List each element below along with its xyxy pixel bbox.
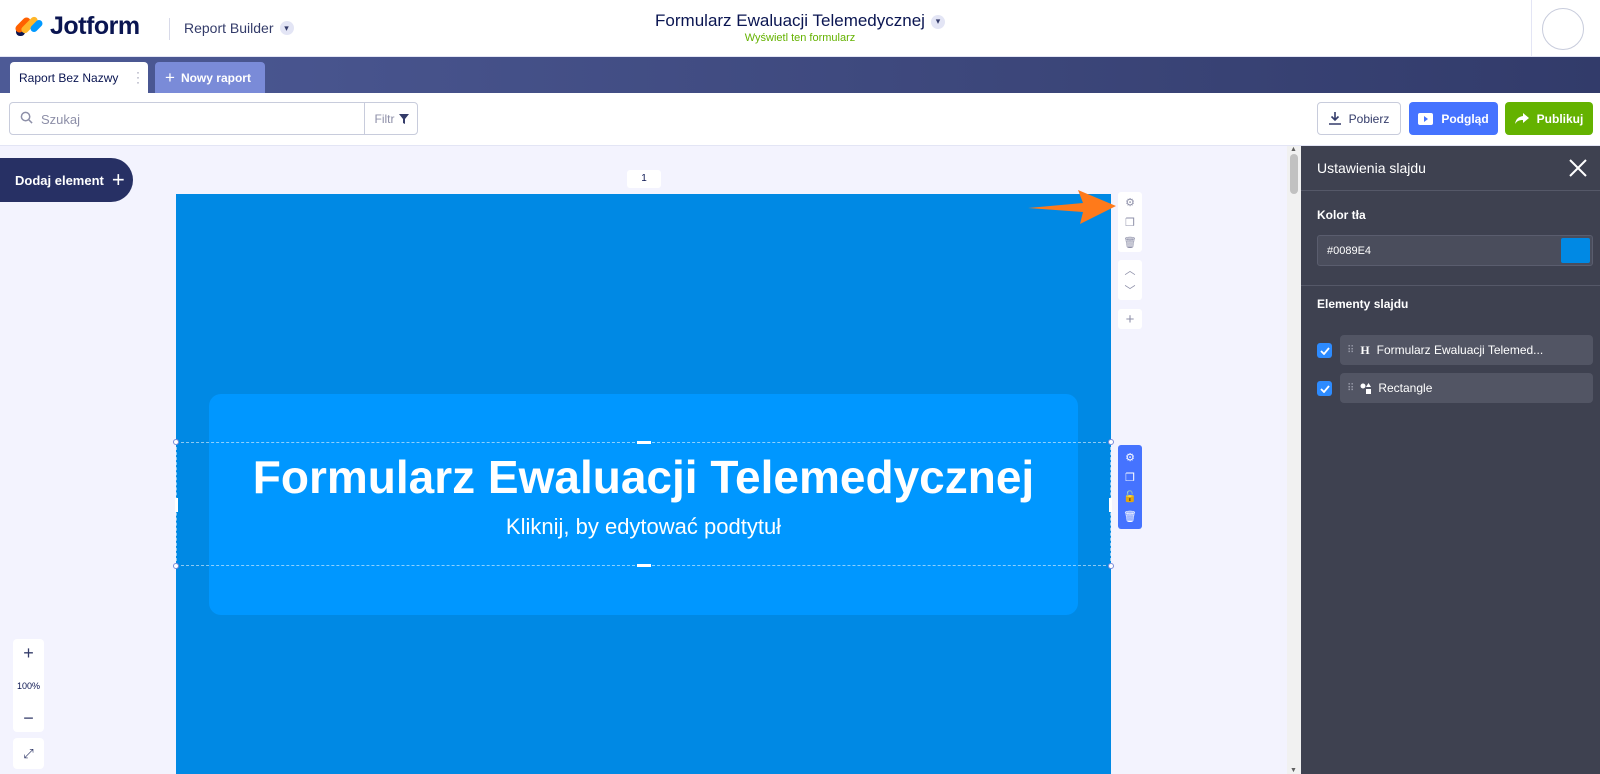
zoom-controls: + 100% −	[13, 639, 44, 732]
slide-subtitle[interactable]: Kliknij, by edytować podtytuł	[176, 514, 1111, 540]
bg-color-label: Kolor tła	[1317, 208, 1366, 222]
resize-handle[interactable]	[637, 441, 651, 444]
preview-label: Podgląd	[1441, 111, 1489, 126]
download-button[interactable]: Pobierz	[1317, 102, 1401, 135]
download-icon	[1328, 112, 1341, 125]
add-element-button[interactable]: Dodaj element +	[0, 158, 133, 202]
more-options-icon[interactable]: · · ·	[136, 66, 140, 88]
scrollbar-thumb[interactable]	[1290, 154, 1298, 194]
filter-button[interactable]: Filtr	[364, 103, 418, 134]
zoom-in-button[interactable]: +	[23, 644, 34, 662]
add-element-label: Dodaj element	[15, 172, 104, 188]
resize-handle[interactable]	[1108, 563, 1114, 569]
slide-move-tools: ︿ ﹀	[1118, 260, 1142, 300]
color-swatch[interactable]	[1561, 238, 1590, 263]
slide-title[interactable]: Formularz Ewaluacji Telemedycznej	[176, 450, 1111, 504]
download-label: Pobierz	[1348, 111, 1390, 126]
scroll-up-icon[interactable]: ▲	[1290, 146, 1297, 153]
app-header: Jotform Report Builder ▾ Formularz Ewalu…	[0, 0, 1600, 57]
slide-element-row: ⠿ H Formularz Ewaluacji Telemed...	[1317, 335, 1593, 365]
bg-color-value[interactable]: #0089E4	[1327, 245, 1371, 257]
drag-handle-icon[interactable]: ⠿	[1347, 345, 1354, 356]
canvas-scrollbar[interactable]: ▲ ▼	[1287, 146, 1301, 774]
tab-report-label: Raport Bez Nazwy	[19, 70, 119, 85]
form-title-text: Formularz Ewaluacji Telemedycznej	[655, 11, 925, 30]
fullscreen-icon[interactable]: ⤢	[13, 738, 44, 769]
gear-icon[interactable]: ⚙	[1125, 449, 1135, 467]
filter-label: Filtr	[374, 111, 395, 126]
toolbar: Szukaj Filtr Pobierz Podgląd Publikuj	[0, 93, 1600, 146]
close-icon[interactable]	[1568, 158, 1588, 178]
slide[interactable]: Formularz Ewaluacji Telemedycznej Klikni…	[173, 194, 1114, 774]
element-checkbox[interactable]	[1317, 381, 1332, 396]
slide-tools: ⚙ ❐ 🗑	[1118, 192, 1142, 252]
trash-icon[interactable]: 🗑	[1118, 232, 1142, 252]
slide-elements-label: Elementy slajdu	[1317, 297, 1409, 311]
scroll-down-icon[interactable]: ▼	[1290, 767, 1297, 774]
panel-divider	[1301, 285, 1600, 286]
add-slide-tools: +	[1118, 309, 1142, 329]
element-label: Rectangle	[1378, 381, 1433, 395]
chevron-down-icon[interactable]: ﹀	[1118, 280, 1142, 300]
checkmark-icon	[1319, 384, 1330, 393]
slide-element-item[interactable]: ⠿ H Formularz Ewaluacji Telemed...	[1340, 335, 1593, 365]
tab-report-active[interactable]: Raport Bez Nazwy · · ·	[10, 62, 148, 93]
new-report-button[interactable]: + Nowy raport	[155, 62, 265, 93]
shapes-icon	[1360, 382, 1372, 394]
report-canvas: Dodaj element + 1 Formularz Ewaluacji Te…	[0, 146, 1301, 774]
panel-title: Ustawienia slajdu	[1317, 160, 1426, 176]
heading-icon: H	[1360, 342, 1370, 357]
resize-handle[interactable]	[1108, 439, 1114, 445]
share-arrow-icon	[1514, 113, 1529, 124]
highlight-arrow-icon	[1028, 190, 1116, 224]
chevron-down-icon: ▾	[930, 14, 945, 29]
view-form-link[interactable]: Wyświetl ten formularz	[0, 32, 1600, 44]
slide-settings-panel: Ustawienia slajdu Kolor tła #0089E4 Elem…	[1301, 146, 1600, 774]
trash-icon[interactable]: 🗑	[1123, 507, 1137, 525]
panel-header: Ustawienia slajdu	[1301, 146, 1600, 191]
element-tools: ⚙ ❐ 🔓 🗑	[1118, 445, 1142, 529]
zoom-level: 100%	[16, 680, 41, 691]
publish-label: Publikuj	[1536, 111, 1584, 126]
form-title[interactable]: Formularz Ewaluacji Telemedycznej ▾	[0, 11, 1600, 31]
element-label: Formularz Ewaluacji Telemed...	[1376, 343, 1544, 357]
resize-handle[interactable]	[637, 564, 651, 567]
add-slide-icon[interactable]: +	[1118, 309, 1142, 329]
copy-icon[interactable]: ❐	[1118, 212, 1142, 232]
report-tabbar: Raport Bez Nazwy · · · + Nowy raport	[0, 57, 1600, 93]
gear-icon[interactable]: ⚙	[1118, 192, 1142, 212]
zoom-out-button[interactable]: −	[23, 709, 34, 727]
header-divider-right	[1531, 0, 1532, 57]
checkmark-icon	[1319, 346, 1330, 355]
search-input[interactable]: Szukaj	[41, 112, 80, 127]
slide-element-row: ⠿ Rectangle	[1317, 373, 1593, 403]
search-icon	[20, 111, 33, 124]
resize-handle[interactable]	[173, 439, 179, 445]
element-checkbox[interactable]	[1317, 343, 1332, 358]
chevron-up-icon[interactable]: ︿	[1118, 260, 1142, 280]
search-field[interactable]: Szukaj Filtr	[9, 102, 418, 135]
copy-icon[interactable]: ❐	[1125, 468, 1135, 486]
publish-button[interactable]: Publikuj	[1505, 102, 1593, 135]
user-avatar[interactable]	[1542, 8, 1584, 50]
play-icon	[1418, 112, 1434, 125]
drag-handle-icon[interactable]: ⠿	[1347, 383, 1354, 394]
page-number: 1	[627, 170, 661, 188]
preview-button[interactable]: Podgląd	[1409, 102, 1498, 135]
slide-element-item[interactable]: ⠿ Rectangle	[1340, 373, 1593, 403]
plus-icon: +	[111, 167, 125, 192]
bg-color-input[interactable]: #0089E4	[1317, 235, 1593, 266]
filter-icon	[398, 113, 409, 124]
new-report-label: Nowy raport	[180, 70, 251, 85]
resize-handle[interactable]	[173, 563, 179, 569]
unlock-icon[interactable]: 🔓	[1123, 488, 1137, 506]
plus-icon: +	[165, 67, 175, 87]
